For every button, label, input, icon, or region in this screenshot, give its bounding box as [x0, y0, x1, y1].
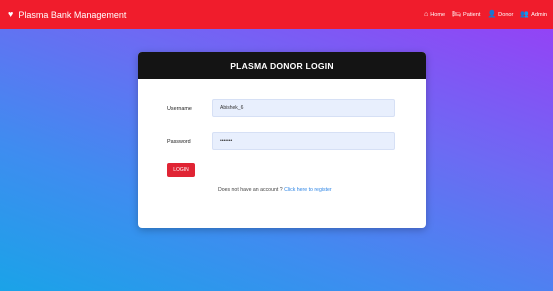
home-icon: ⌂ — [423, 11, 429, 18]
login-card-title: PLASMA DONOR LOGIN — [138, 52, 426, 79]
register-prompt: Does not have an account ? — [218, 187, 283, 193]
nav-link-admin[interactable]: 👥 Admin — [520, 11, 547, 18]
nav-link-home[interactable]: ⌂ Home — [424, 11, 445, 18]
nav-link-donor[interactable]: 👤 Donor — [487, 11, 513, 18]
nav-link-label: Admin — [531, 11, 547, 18]
username-field[interactable]: Abishek_6 — [212, 99, 395, 117]
nav-link-patient[interactable]: 🛏 Patient — [452, 11, 480, 18]
username-label: Username — [167, 106, 192, 112]
nav-links: ⌂ Home 🛏 Patient 👤 Donor 👥 Admin — [424, 11, 547, 18]
nav-link-label: Patient — [463, 11, 481, 18]
login-button[interactable]: LOGIN — [167, 163, 195, 177]
heart-icon: ♥ — [8, 9, 14, 19]
login-card: PLASMA DONOR LOGIN Username Abishek_6 Pa… — [138, 52, 426, 228]
password-field[interactable]: ••••••• — [212, 132, 395, 150]
register-line: Does not have an account ? Click here to… — [218, 187, 332, 193]
brand[interactable]: ♥ Plasma Bank Management — [8, 10, 126, 20]
brand-title: Plasma Bank Management — [18, 9, 127, 20]
password-label: Password — [167, 139, 191, 145]
user-icon: 👤 — [487, 11, 497, 18]
user-shield-icon: 👥 — [520, 11, 530, 18]
nav-link-label: Donor — [498, 11, 514, 18]
top-navbar: ♥ Plasma Bank Management ⌂ Home 🛏 Patien… — [0, 0, 553, 29]
register-link[interactable]: Click here to register — [284, 187, 332, 193]
nav-link-label: Home — [430, 11, 446, 18]
bed-icon: 🛏 — [452, 11, 462, 18]
